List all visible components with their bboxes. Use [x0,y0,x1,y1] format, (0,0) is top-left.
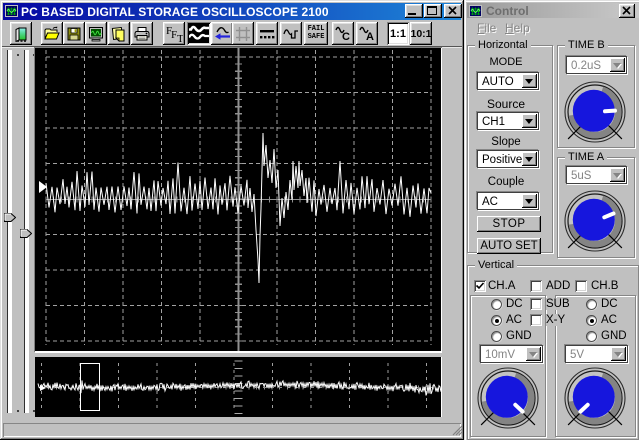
svg-text:T: T [177,33,183,42]
svg-text:A: A [366,31,374,42]
svg-text:C: C [342,31,350,42]
